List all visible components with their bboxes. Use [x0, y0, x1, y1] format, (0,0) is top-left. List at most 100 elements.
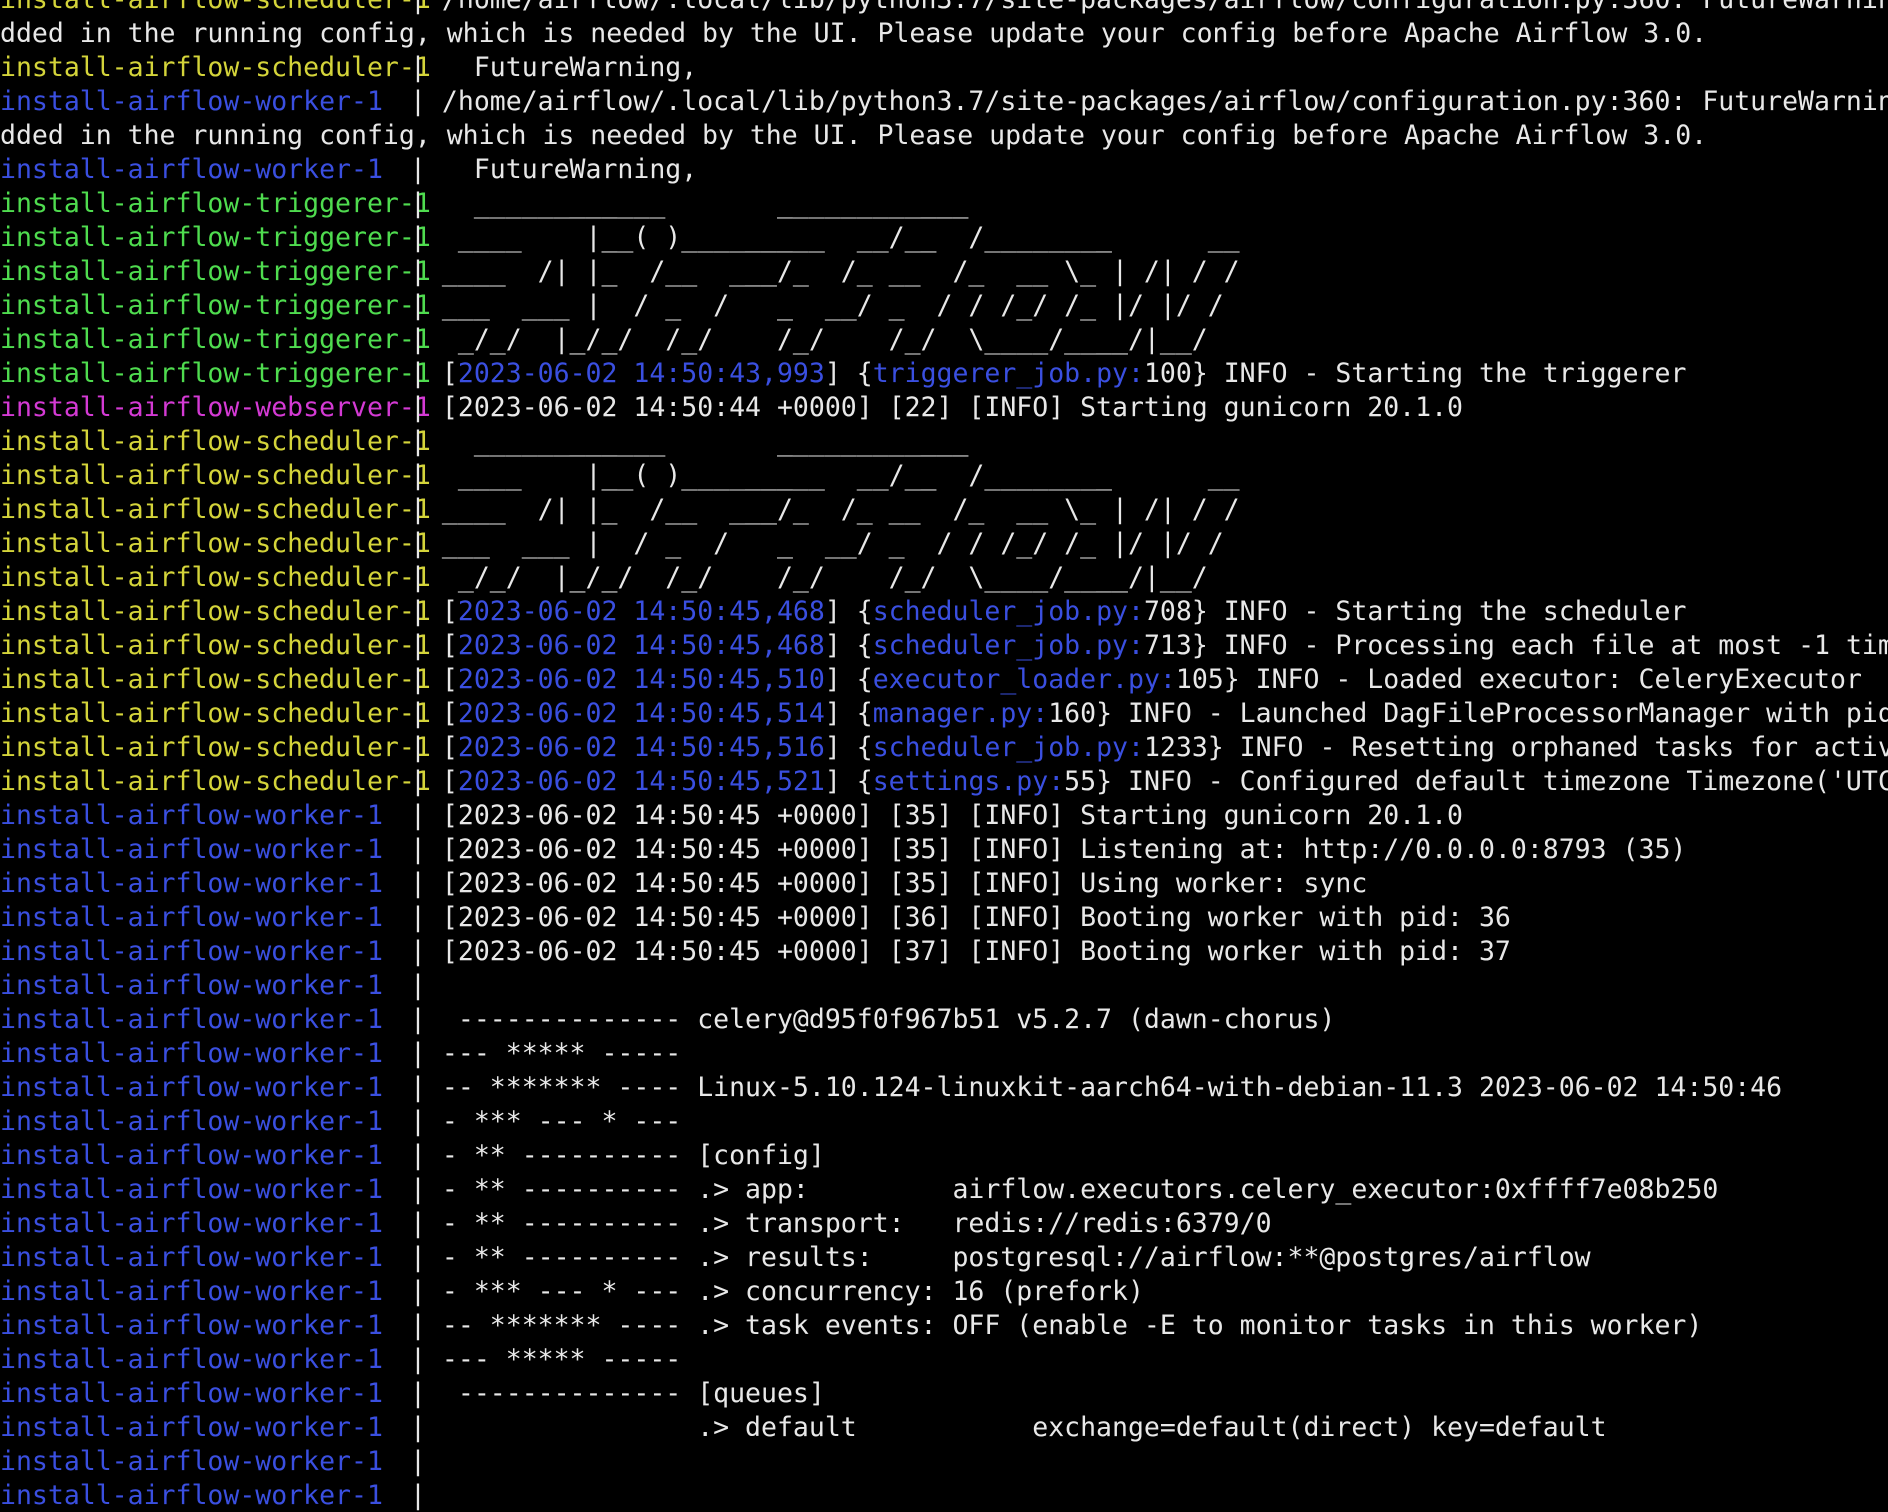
log-text: [	[425, 698, 458, 729]
log-text: ____ |__( )_________ __/__ /________ __	[425, 460, 1240, 491]
log-text: FutureWarning,	[425, 52, 698, 83]
log-line: install-airflow-scheduler-1| [2023-06-02…	[0, 595, 1686, 629]
log-line: install-airflow-scheduler-1| FutureWarni…	[0, 51, 697, 85]
log-line: install-airflow-worker-1 | [2023-06-02 14…	[0, 901, 1511, 935]
log-timestamp: 2023-06-02 14:50:45,510	[457, 664, 825, 695]
service-prefix: install-airflow-scheduler-1	[0, 0, 431, 17]
prefix-separator: |	[410, 800, 426, 831]
log-text: ] {	[824, 732, 873, 763]
prefix-separator: |	[410, 222, 426, 253]
log-line: install-airflow-scheduler-1| ____ |__( )…	[0, 459, 1240, 493]
prefix-separator: |	[410, 86, 426, 117]
prefix-separator: |	[410, 494, 426, 525]
log-source-file: executor_loader.py:	[872, 664, 1176, 695]
service-prefix: install-airflow-scheduler-1	[0, 766, 431, 797]
log-line: install-airflow-worker-1 | FutureWarning,	[0, 153, 697, 187]
log-line: install-airflow-worker-1 | - ** ---------…	[0, 1173, 1718, 1207]
log-text: - ** ---------- .> transport: redis://re…	[425, 1208, 1272, 1239]
prefix-separator: |	[410, 1378, 426, 1409]
service-prefix: install-airflow-worker-1	[0, 868, 383, 899]
service-prefix: install-airflow-worker-1	[0, 1276, 383, 1307]
log-source-file: scheduler_job.py:	[872, 630, 1144, 661]
log-line: install-airflow-scheduler-1| [2023-06-02…	[0, 629, 1888, 663]
prefix-separator: |	[410, 392, 426, 423]
service-prefix: install-airflow-worker-1	[0, 1446, 383, 1477]
log-text: [2023-06-02 14:50:45 +0000] [36] [INFO] …	[425, 902, 1511, 933]
prefix-separator: |	[410, 256, 426, 287]
service-prefix: install-airflow-scheduler-1	[0, 596, 431, 627]
log-text: _/_/ |_/_/ /_/ /_/ /_/ \____/____/|__/	[425, 324, 1208, 355]
prefix-separator: |	[410, 630, 426, 661]
log-line: install-airflow-worker-1 | .> default exc…	[0, 1411, 1607, 1445]
log-text: 105} INFO - Loaded executor: CeleryExecu…	[1175, 664, 1862, 695]
service-prefix: install-airflow-worker-1	[0, 1378, 383, 1409]
service-prefix: install-airflow-triggerer-1	[0, 256, 431, 287]
log-text: - ** ---------- .> results: postgresql:/…	[425, 1242, 1591, 1273]
log-line: install-airflow-scheduler-1| [2023-06-02…	[0, 765, 1888, 799]
log-text: - *** --- * ---	[425, 1106, 682, 1137]
log-text: ____________ ____________	[425, 426, 969, 457]
log-text: [	[425, 732, 458, 763]
log-text: /home/airflow/.local/lib/python3.7/site-…	[441, 86, 1888, 117]
prefix-separator: |	[410, 358, 426, 389]
service-prefix: install-airflow-worker-1	[0, 936, 383, 967]
log-line: install-airflow-worker-1 |	[0, 1445, 426, 1479]
prefix-separator: |	[410, 732, 426, 763]
log-text: 708} INFO - Starting the scheduler	[1143, 596, 1687, 627]
service-prefix: install-airflow-scheduler-1	[0, 52, 431, 83]
log-text: ____________ ____________	[425, 188, 969, 219]
log-line: install-airflow-triggerer-1| ____ |__( )…	[0, 221, 1240, 255]
log-timestamp: 2023-06-02 14:50:45,514	[457, 698, 825, 729]
prefix-separator: |	[410, 1344, 426, 1375]
service-prefix: install-airflow-worker-1	[0, 1412, 383, 1443]
prefix-separator: |	[410, 1412, 426, 1443]
prefix-separator: |	[410, 868, 426, 899]
log-line: install-airflow-scheduler-1| [2023-06-02…	[0, 731, 1888, 765]
log-line: install-airflow-worker-1 | [2023-06-02 14…	[0, 935, 1511, 969]
log-line: install-airflow-worker-1 | - ** ---------…	[0, 1207, 1272, 1241]
service-prefix: install-airflow-worker-1	[0, 86, 383, 117]
log-text: 160} INFO - Launched DagFileProcessorMan…	[1048, 698, 1888, 729]
log-text: [	[425, 596, 458, 627]
log-line: install-airflow-worker-1 | - *** --- * --…	[0, 1105, 681, 1139]
log-line: install-airflow-worker-1 | [2023-06-02 14…	[0, 833, 1686, 867]
log-text: - *** --- * --- .> concurrency: 16 (pref…	[425, 1276, 1144, 1307]
service-prefix: install-airflow-worker-1	[0, 1310, 383, 1341]
service-prefix: install-airflow-worker-1	[0, 1106, 383, 1137]
log-text: ] {	[824, 766, 873, 797]
log-timestamp: 2023-06-02 14:50:45,521	[457, 766, 825, 797]
log-text: ] {	[824, 630, 873, 661]
prefix-separator: |	[410, 1004, 426, 1035]
log-text: [	[425, 630, 458, 661]
log-text: --- ***** -----	[425, 1344, 682, 1375]
log-text: ____ |__( )_________ __/__ /________ __	[425, 222, 1240, 253]
log-line: install-airflow-scheduler-1| [2023-06-02…	[0, 663, 1862, 697]
log-text: /home/airflow/.local/lib/python3.7/site-…	[426, 0, 1888, 15]
prefix-separator: |	[410, 1310, 426, 1341]
prefix-separator: |	[410, 1208, 426, 1239]
log-timestamp: 2023-06-02 14:50:43,993	[457, 358, 825, 389]
prefix-separator: |	[410, 1038, 426, 1069]
log-text: ] {	[824, 664, 873, 695]
log-line: install-airflow-worker-1 | - *** --- * --…	[0, 1275, 1144, 1309]
prefix-separator: |	[410, 1072, 426, 1103]
prefix-separator: |	[410, 290, 426, 321]
prefix-separator: |	[410, 766, 426, 797]
service-prefix: install-airflow-worker-1	[0, 970, 383, 1001]
prefix-separator: |	[410, 562, 426, 593]
log-timestamp: 2023-06-02 14:50:45,468	[457, 630, 825, 661]
log-line: install-airflow-scheduler-1| _/_/ |_/_/ …	[0, 561, 1208, 595]
log-text: 100} INFO - Starting the triggerer	[1143, 358, 1687, 389]
log-line: install-airflow-triggerer-1| ___ ___ | /…	[0, 289, 1224, 323]
log-text: [	[425, 664, 458, 695]
prefix-separator: |	[410, 324, 426, 355]
log-text: ] {	[824, 358, 873, 389]
log-text: - ** ---------- .> app: airflow.executor…	[425, 1174, 1719, 1205]
prefix-separator: |	[410, 0, 426, 15]
terminal-output[interactable]: install-airflow-scheduler-1| /home/airfl…	[0, 0, 1888, 1512]
service-prefix: install-airflow-scheduler-1	[0, 460, 431, 491]
prefix-separator: |	[410, 426, 426, 457]
service-prefix: install-airflow-worker-1	[0, 800, 383, 831]
log-timestamp: 2023-06-02 14:50:45,516	[457, 732, 825, 763]
log-text: 1233} INFO - Resetting orphaned tasks fo…	[1143, 732, 1888, 763]
